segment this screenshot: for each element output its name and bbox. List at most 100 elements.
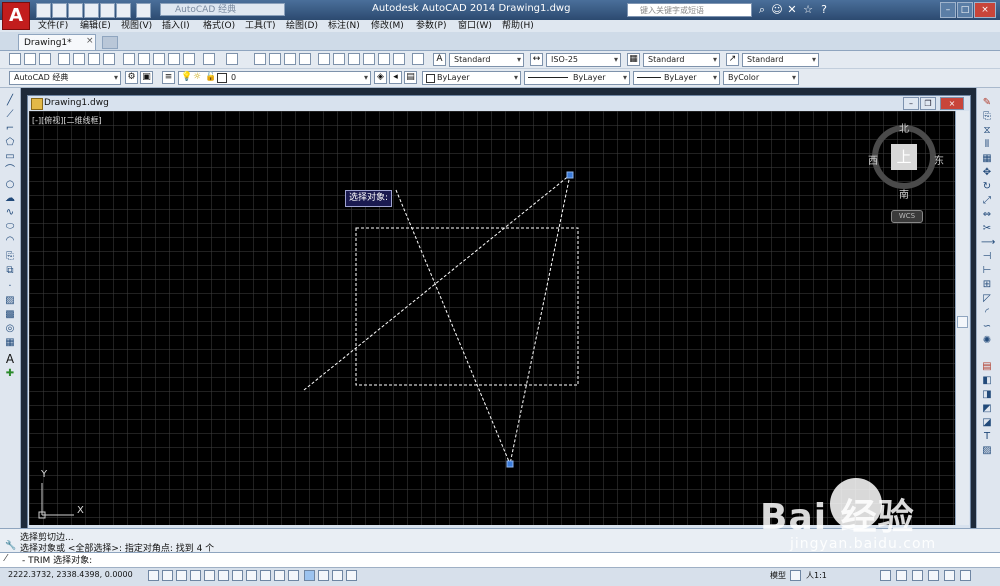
- coordinates-readout[interactable]: 2222.3732, 2338.4398, 0.0000: [8, 570, 133, 579]
- circle-icon[interactable]: ○: [4, 180, 16, 190]
- break-icon[interactable]: ⊢: [981, 266, 993, 276]
- polar-tracking-toggle[interactable]: [204, 570, 215, 581]
- properties-icon[interactable]: [318, 53, 330, 65]
- layer-properties-icon[interactable]: ≡: [162, 71, 175, 84]
- move-icon[interactable]: ✥: [981, 168, 993, 178]
- grid-display-toggle[interactable]: [176, 570, 187, 581]
- help-icon[interactable]: ?: [818, 4, 830, 16]
- object-snap-tracking-toggle[interactable]: [246, 570, 257, 581]
- annotation-scale[interactable]: 人1:1: [806, 570, 827, 581]
- new-icon[interactable]: [36, 3, 51, 18]
- multileader-style-select[interactable]: Standard: [742, 53, 819, 67]
- star-icon[interactable]: ☆: [802, 4, 814, 16]
- minimize-button[interactable]: –: [940, 2, 956, 18]
- drawing-restore-button[interactable]: ❐: [920, 97, 936, 110]
- polygon-icon[interactable]: ⬠: [4, 138, 16, 148]
- toolbar-undo-icon[interactable]: [203, 53, 215, 65]
- make-block-icon[interactable]: ⧉: [4, 266, 16, 276]
- mirror-icon[interactable]: ⧖: [981, 126, 993, 136]
- new-drawing-icon[interactable]: [9, 53, 21, 65]
- break-at-point-icon[interactable]: ⊣: [981, 252, 993, 262]
- line-icon[interactable]: ╱: [4, 96, 16, 106]
- hatch-icon[interactable]: ▨: [4, 296, 16, 306]
- offset-icon[interactable]: ⫴: [981, 140, 993, 150]
- menu-edit[interactable]: 编辑(E): [80, 20, 111, 32]
- open-icon[interactable]: [52, 3, 67, 18]
- dynamic-input-toggle[interactable]: [274, 570, 285, 581]
- command-line-input[interactable]: [0, 552, 1000, 568]
- spline-icon[interactable]: ∿: [4, 208, 16, 218]
- zoom-previous-icon[interactable]: [299, 53, 311, 65]
- menu-modify[interactable]: 修改(M): [371, 20, 404, 32]
- lineweight-toggle[interactable]: [288, 570, 299, 581]
- bring-front-icon[interactable]: ◧: [981, 376, 993, 386]
- workspace-save-icon[interactable]: ▣: [140, 71, 153, 84]
- transparency-toggle[interactable]: [304, 570, 315, 581]
- ellipse-arc-icon[interactable]: ◠: [4, 236, 16, 246]
- dim-style-select[interactable]: ISO-25: [546, 53, 621, 67]
- arc-icon[interactable]: ⌒: [4, 166, 16, 176]
- new-tab-button[interactable]: [102, 36, 118, 49]
- search-input[interactable]: 键入关键字或短语: [627, 3, 752, 17]
- exchange-icon[interactable]: ✕: [786, 4, 798, 16]
- match-properties-icon[interactable]: [168, 53, 180, 65]
- menu-tools[interactable]: 工具(T): [245, 20, 276, 32]
- plot-style-select[interactable]: ByColor: [723, 71, 799, 85]
- tab-close-icon[interactable]: ×: [86, 36, 94, 46]
- save-icon[interactable]: [68, 3, 83, 18]
- color-select[interactable]: ByLayer: [422, 71, 521, 85]
- sheet-set-icon[interactable]: [363, 53, 375, 65]
- point-icon[interactable]: ·: [4, 282, 16, 292]
- gradient-icon[interactable]: ▩: [4, 310, 16, 320]
- menu-dimension[interactable]: 标注(N): [328, 20, 360, 32]
- bring-above-icon[interactable]: ◩: [981, 404, 993, 414]
- pan-icon[interactable]: [254, 53, 266, 65]
- array-icon[interactable]: ▦: [981, 154, 993, 164]
- quick-properties-toggle[interactable]: [318, 570, 329, 581]
- 3d-object-snap-toggle[interactable]: [232, 570, 243, 581]
- wrench-icon[interactable]: 🔧: [5, 541, 16, 551]
- trim-icon[interactable]: ✂: [981, 224, 993, 234]
- status-menu-icon[interactable]: [944, 570, 955, 581]
- markup-icon[interactable]: [378, 53, 390, 65]
- revision-cloud-icon[interactable]: ☁: [4, 194, 16, 204]
- rectangle-icon[interactable]: ▭: [4, 152, 16, 162]
- compass-west[interactable]: 西: [868, 152, 878, 167]
- workspace-switching-icon[interactable]: [880, 570, 891, 581]
- workspace-switch-select[interactable]: AutoCAD 经典: [160, 3, 285, 16]
- menu-help[interactable]: 帮助(H): [502, 20, 534, 32]
- menu-file[interactable]: 文件(F): [38, 20, 68, 32]
- infer-constraints-toggle[interactable]: [148, 570, 159, 581]
- copy-object-icon[interactable]: ⎘: [981, 112, 993, 122]
- search-icon[interactable]: ⌕: [756, 4, 768, 16]
- menu-format[interactable]: 格式(O): [203, 20, 235, 32]
- menu-insert[interactable]: 插入(I): [162, 20, 190, 32]
- compass-east[interactable]: 东: [934, 152, 944, 167]
- redo-icon[interactable]: [136, 3, 151, 18]
- draw-order-icon[interactable]: ▤: [981, 362, 993, 372]
- hardware-acceleration-icon[interactable]: [912, 570, 923, 581]
- object-snap-toggle[interactable]: [218, 570, 229, 581]
- join-icon[interactable]: ⊞: [981, 280, 993, 290]
- chamfer-icon[interactable]: ◸: [981, 294, 993, 304]
- lineweight-select[interactable]: ByLayer: [633, 71, 720, 85]
- rotate-icon[interactable]: ↻: [981, 182, 993, 192]
- plot-preview-icon[interactable]: [73, 53, 85, 65]
- paste-icon[interactable]: [153, 53, 165, 65]
- selection-cycling-toggle[interactable]: [332, 570, 343, 581]
- ortho-mode-toggle[interactable]: [190, 570, 201, 581]
- snap-mode-toggle[interactable]: [162, 570, 173, 581]
- tab-drawing1[interactable]: Drawing1*: [18, 34, 96, 50]
- stretch-icon[interactable]: ⇔: [981, 210, 993, 220]
- application-menu-button[interactable]: A: [2, 2, 30, 30]
- model-space-canvas[interactable]: [-][俯视][二维线框] Y X 选择对象: 上 北 南 东 西 WCS: [29, 111, 955, 525]
- drawing-close-button[interactable]: ×: [940, 97, 964, 110]
- model-space-button[interactable]: 模型: [770, 570, 786, 581]
- linetype-select[interactable]: ByLayer: [524, 71, 630, 85]
- workspace-settings-icon[interactable]: ⚙: [125, 71, 138, 84]
- layer-previous-icon[interactable]: ◂: [389, 71, 402, 84]
- quickcalc-icon[interactable]: [393, 53, 405, 65]
- construction-line-icon[interactable]: ⟋: [4, 110, 16, 120]
- toolbar-redo-icon[interactable]: [226, 53, 238, 65]
- isolate-objects-icon[interactable]: [928, 570, 939, 581]
